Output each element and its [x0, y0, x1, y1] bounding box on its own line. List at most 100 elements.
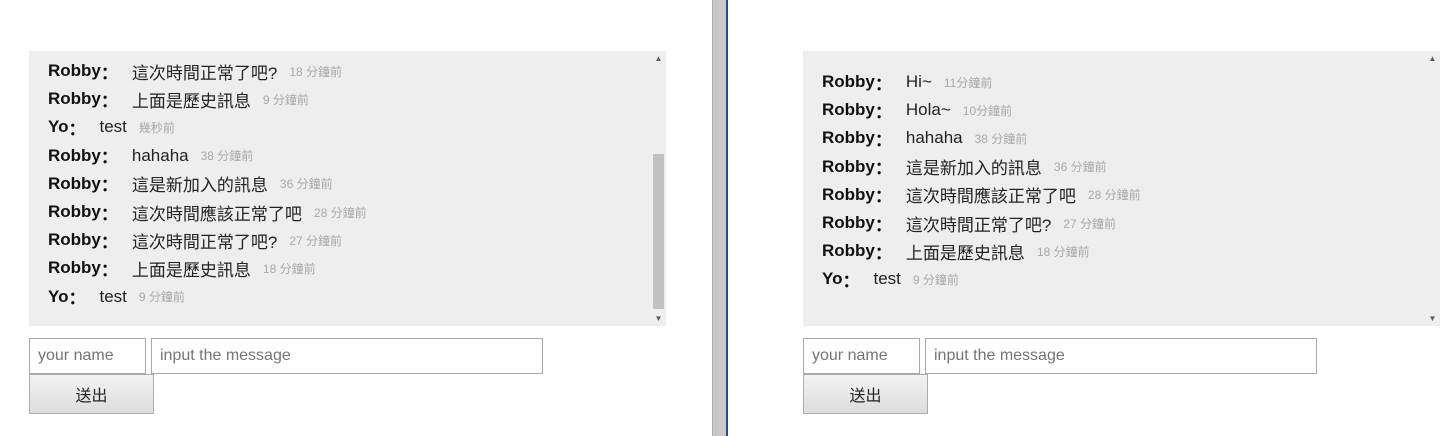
vertical-scrollbar[interactable]: ▲ ▼: [651, 51, 666, 326]
message-text: Hi~: [905, 72, 932, 92]
message-input[interactable]: [925, 338, 1317, 374]
message-item: Yo： test 9 分鐘前: [822, 265, 1420, 293]
message-sender: Yo: [48, 117, 69, 137]
message-text: 上面是歷史訊息: [131, 91, 251, 111]
message-sender: Robby: [822, 100, 875, 120]
sender-separator: ：: [68, 289, 86, 309]
sender-separator: ：: [842, 271, 860, 291]
message-text: 上面是歷史訊息: [131, 260, 251, 280]
sender-separator: ：: [874, 130, 892, 150]
scroll-up-arrow-icon[interactable]: ▲: [651, 51, 666, 66]
message-sender: Robby: [48, 145, 101, 165]
name-input[interactable]: [29, 338, 146, 374]
sender-separator: ：: [874, 243, 892, 263]
sender-separator: ：: [100, 91, 118, 111]
sender-separator: ：: [874, 159, 892, 179]
message-item: Robby： 這是新加入的訊息 36 分鐘前: [822, 153, 1420, 181]
message-item: Robby： 上面是歷史訊息 18 分鐘前: [822, 237, 1420, 265]
message-item: Robby： 這次時間正常了吧? 27 分鐘前: [822, 209, 1420, 237]
sender-separator: ：: [874, 74, 892, 94]
message-sender: Robby: [822, 156, 875, 176]
scroll-down-arrow-icon[interactable]: ▼: [651, 311, 666, 326]
sender-separator: ：: [100, 148, 118, 168]
message-text: 這是新加入的訊息: [905, 159, 1042, 179]
message-sender: Robby: [48, 258, 101, 278]
send-button[interactable]: 送出: [803, 374, 928, 414]
message-item: Robby： hahaha 38 分鐘前: [48, 142, 646, 170]
message-item: Robby： Hi~ 11分鐘前: [822, 68, 1420, 96]
message-sender: Robby: [822, 128, 875, 148]
message-sender: Robby: [822, 184, 875, 204]
message-text: 這次時間正常了吧?: [905, 215, 1052, 235]
message-time: 38 分鐘前: [974, 131, 1028, 146]
message-item: Robby： 這次時間應該正常了吧 28 分鐘前: [822, 181, 1420, 209]
message-text: 這次時間正常了吧?: [131, 232, 278, 252]
message-item: Yo： test 幾秒前: [48, 113, 646, 141]
message-time: 18 分鐘前: [1036, 244, 1090, 259]
message-time: 10分鐘前: [962, 103, 1013, 118]
message-item: Robby： Hola~ 10分鐘前: [822, 96, 1420, 124]
message-item: Robby： 這次時間正常了吧? 27 分鐘前: [48, 226, 646, 254]
message-text: test: [99, 286, 127, 306]
sender-separator: ：: [100, 204, 118, 224]
message-sender: Robby: [48, 230, 101, 250]
message-time: 9 分鐘前: [912, 272, 959, 287]
sender-separator: ：: [874, 215, 892, 235]
message-text: hahaha: [131, 145, 189, 165]
message-time: 36 分鐘前: [1053, 160, 1107, 175]
message-item: Robby： 上面是歷史訊息 18 分鐘前: [48, 254, 646, 282]
message-time: 28 分鐘前: [1087, 188, 1141, 203]
chat-message-box[interactable]: Robby：這次時間正常了吧? 18 分鐘前 Robby：上面是歷史訊息 9 分鐘前…: [29, 51, 666, 326]
message-time: 38 分鐘前: [200, 149, 254, 164]
message-item: Robby： 這次時間應該正常了吧 28 分鐘前: [48, 198, 646, 226]
message-text: hahaha: [905, 128, 963, 148]
message-time: 18 分鐘前: [289, 64, 343, 79]
chat-message-box[interactable]: Robby： Hi~ 11分鐘前 Robby： Hola~ 10分鐘前 Robby： ha…: [803, 51, 1440, 326]
message-sender: Yo: [48, 286, 69, 306]
message-sender: Robby: [48, 89, 101, 109]
message-sender: Robby: [48, 202, 101, 222]
message-time: 9 分鐘前: [262, 92, 309, 107]
message-item: Robby： 這是新加入的訊息 36 分鐘前: [48, 170, 646, 198]
message-text: 這次時間正常了吧?: [131, 63, 278, 83]
send-button[interactable]: 送出: [29, 374, 154, 414]
message-list: Robby：這次時間正常了吧? 18 分鐘前 Robby：上面是歷史訊息 9 分鐘前…: [48, 57, 646, 311]
vertical-scrollbar[interactable]: ▲ ▼: [1425, 51, 1440, 326]
message-list: Robby： Hi~ 11分鐘前 Robby： Hola~ 10分鐘前 Robby： ha…: [822, 68, 1420, 294]
message-input[interactable]: [151, 338, 543, 374]
message-text: Hola~: [905, 100, 951, 120]
message-text: test: [873, 269, 901, 289]
message-text: test: [99, 117, 127, 137]
message-time: 18 分鐘前: [262, 261, 316, 276]
scroll-down-arrow-icon[interactable]: ▼: [1425, 311, 1440, 326]
message-sender: Robby: [48, 61, 101, 81]
message-item: Yo： test 9 分鐘前: [48, 283, 646, 311]
message-item: Robby： 這次時間正常了吧? 18 分鐘前: [48, 57, 646, 85]
sender-separator: ：: [100, 232, 118, 252]
message-sender: Robby: [822, 213, 875, 233]
message-time: 28 分鐘前: [313, 205, 367, 220]
message-time: 11分鐘前: [943, 75, 993, 90]
window-split-divider[interactable]: [712, 0, 728, 436]
message-sender: Robby: [822, 241, 875, 261]
scrollbar-thumb[interactable]: [653, 154, 664, 309]
message-text: 這是新加入的訊息: [131, 176, 268, 196]
sender-separator: ：: [100, 260, 118, 280]
message-sender: Robby: [48, 173, 101, 193]
message-item: Robby： hahaha 38 分鐘前: [822, 124, 1420, 152]
message-text: 這次時間應該正常了吧: [131, 204, 302, 224]
message-text: 這次時間應該正常了吧: [905, 187, 1076, 207]
message-text: 上面是歷史訊息: [905, 243, 1025, 263]
sender-separator: ：: [874, 187, 892, 207]
message-time: 幾秒前: [138, 120, 175, 135]
message-time: 36 分鐘前: [279, 177, 333, 192]
name-input[interactable]: [803, 338, 920, 374]
message-time: 27 分鐘前: [289, 233, 343, 248]
chat-pane-right: Robby： Hi~ 11分鐘前 Robby： Hola~ 10分鐘前 Robby： ha…: [728, 0, 1454, 436]
sender-separator: ：: [68, 119, 86, 139]
sender-separator: ：: [100, 176, 118, 196]
message-sender: Yo: [822, 269, 843, 289]
scroll-up-arrow-icon[interactable]: ▲: [1425, 51, 1440, 66]
message-item: Robby： 上面是歷史訊息 9 分鐘前: [48, 85, 646, 113]
message-time: 27 分鐘前: [1063, 216, 1117, 231]
